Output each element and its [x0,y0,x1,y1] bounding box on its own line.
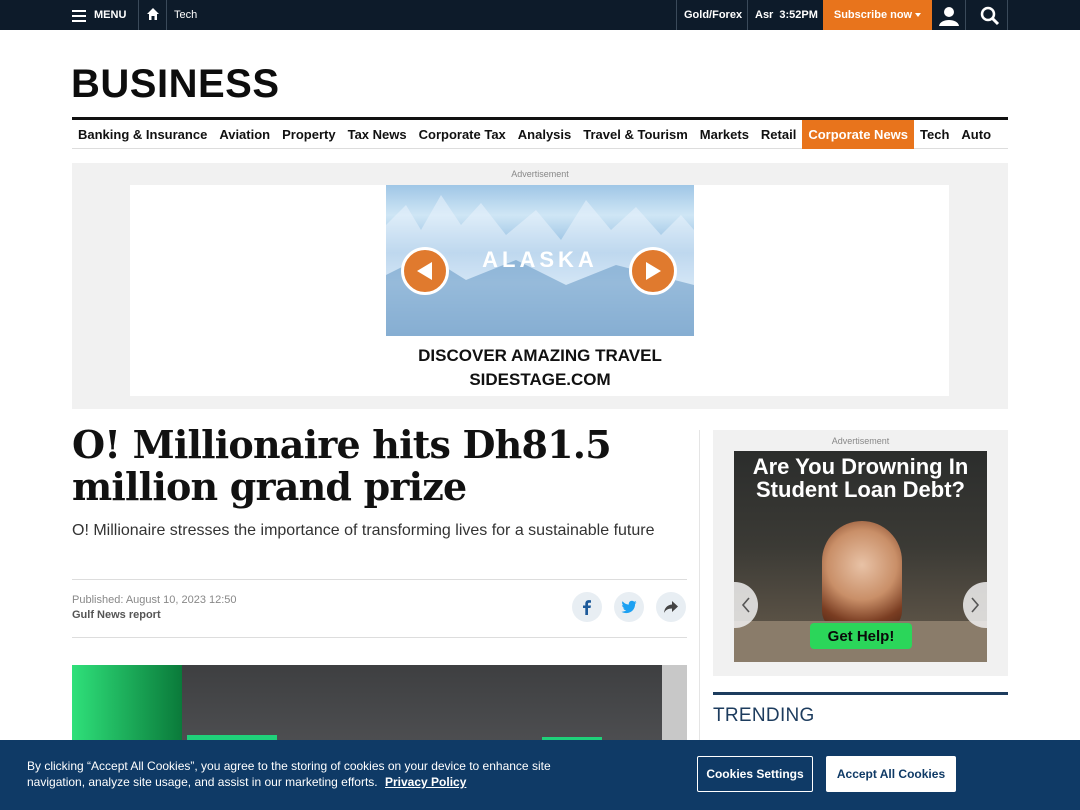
accept-all-cookies-button[interactable]: Accept All Cookies [826,756,956,792]
trending-heading: TRENDING [713,705,815,726]
nav-item-corporate-tax[interactable]: Corporate Tax [413,120,512,149]
author-byline[interactable]: Gulf News report [72,609,161,621]
nav-item-corporate-news[interactable]: Corporate News [802,119,915,149]
cookie-text: By clicking “Accept All Cookies”, you ag… [27,758,587,790]
nav-item-analysis[interactable]: Analysis [512,120,577,149]
green-light [72,665,182,745]
section-masthead[interactable]: BUSINESS [71,62,280,107]
article-dek: O! Millionaire stresses the importance o… [72,522,655,539]
nav-item-markets[interactable]: Markets [694,120,755,149]
twitter-share-button[interactable] [614,592,644,622]
section-nav: Banking & Insurance Aviation Property Tax N… [72,119,1008,149]
prayer-time[interactable]: Asr 3:52PM [755,0,818,30]
user-icon[interactable] [938,6,960,29]
nav-item-aviation[interactable]: Aviation [213,120,276,149]
subscribe-label: Subscribe now [833,9,913,21]
menu-label: MENU [94,9,127,21]
ad-headline: Are You Drowning In Student Loan Debt? [752,454,969,502]
article-headline: O! Millionaire hits Dh81.5 million grand… [72,422,612,509]
nav-item-travel-tourism[interactable]: Travel & Tourism [577,120,694,149]
nav-item-auto[interactable]: Auto [955,120,997,149]
ad-copy: DISCOVER AMAZING TRAVEL SIDESTAGE.COM [386,344,694,392]
forward-share-button[interactable] [656,592,686,622]
ad-line-1: DISCOVER AMAZING TRAVEL [418,346,662,365]
get-help-button[interactable]: Get Help! [810,623,912,649]
divider [72,637,687,638]
nav-item-tech[interactable]: Tech [914,120,955,149]
divider [747,0,748,30]
privacy-policy-link[interactable]: Privacy Policy [385,775,466,789]
breadcrumb-tech[interactable]: Tech [174,0,197,30]
cookies-settings-button[interactable]: Cookies Settings [697,756,813,792]
facebook-share-button[interactable] [572,592,602,622]
share-arrow-icon [664,601,678,613]
published-label: Published: [72,594,124,606]
ad-label: Advertisement [511,169,569,179]
divider [1007,0,1008,30]
prayer-clock: 3:52PM [779,9,818,21]
divider [676,0,677,30]
worried-woman-image [822,521,902,631]
home-icon[interactable] [146,7,160,24]
prayer-name: Asr [755,9,774,21]
ad-creative[interactable]: ALASKA DISCOVER AMAZING TRAVEL SIDESTAGE… [130,185,949,396]
twitter-icon [621,600,637,614]
nav-item-banking-insurance[interactable]: Banking & Insurance [72,120,213,149]
divider [72,579,687,580]
sidebar-advertisement: Advertisement Are You Drowning In Studen… [713,430,1008,676]
caret-down-icon [915,13,922,17]
facebook-icon [583,600,591,615]
cookie-banner: By clicking “Accept All Cookies”, you ag… [0,740,1080,810]
divider [166,0,167,30]
top-bar: MENU Tech Gold/Forex Asr 3:52PM Subscrib… [0,0,1080,30]
alaska-glacier-image: ALASKA [386,185,694,336]
published-value: August 10, 2023 12:50 [125,594,237,606]
ad-label: Advertisement [831,436,890,446]
divider [138,0,139,30]
nav-item-retail[interactable]: Retail [755,120,802,149]
gold-forex-link[interactable]: Gold/Forex [684,0,742,30]
ad-creative[interactable]: Are You Drowning In Student Loan Debt? G… [734,451,987,662]
nav-item-property[interactable]: Property [276,120,341,149]
nav-item-tax-news[interactable]: Tax News [342,120,413,149]
trending-rule [713,692,1008,695]
prev-arrow-icon[interactable] [401,247,449,295]
cookie-message: By clicking “Accept All Cookies”, you ag… [27,759,551,789]
divider [965,0,966,30]
hamburger-icon [72,9,86,22]
search-icon[interactable] [980,6,1000,29]
published-date: Published: August 10, 2023 12:50 [72,594,237,606]
menu-button[interactable]: MENU [72,0,126,30]
top-advertisement: Advertisement ALASKA DISCOVER AMAZING TR… [72,163,1008,409]
ad-line-2: SIDESTAGE.COM [469,370,611,389]
next-arrow-icon[interactable] [629,247,677,295]
subscribe-button[interactable]: Subscribe now [823,0,932,30]
